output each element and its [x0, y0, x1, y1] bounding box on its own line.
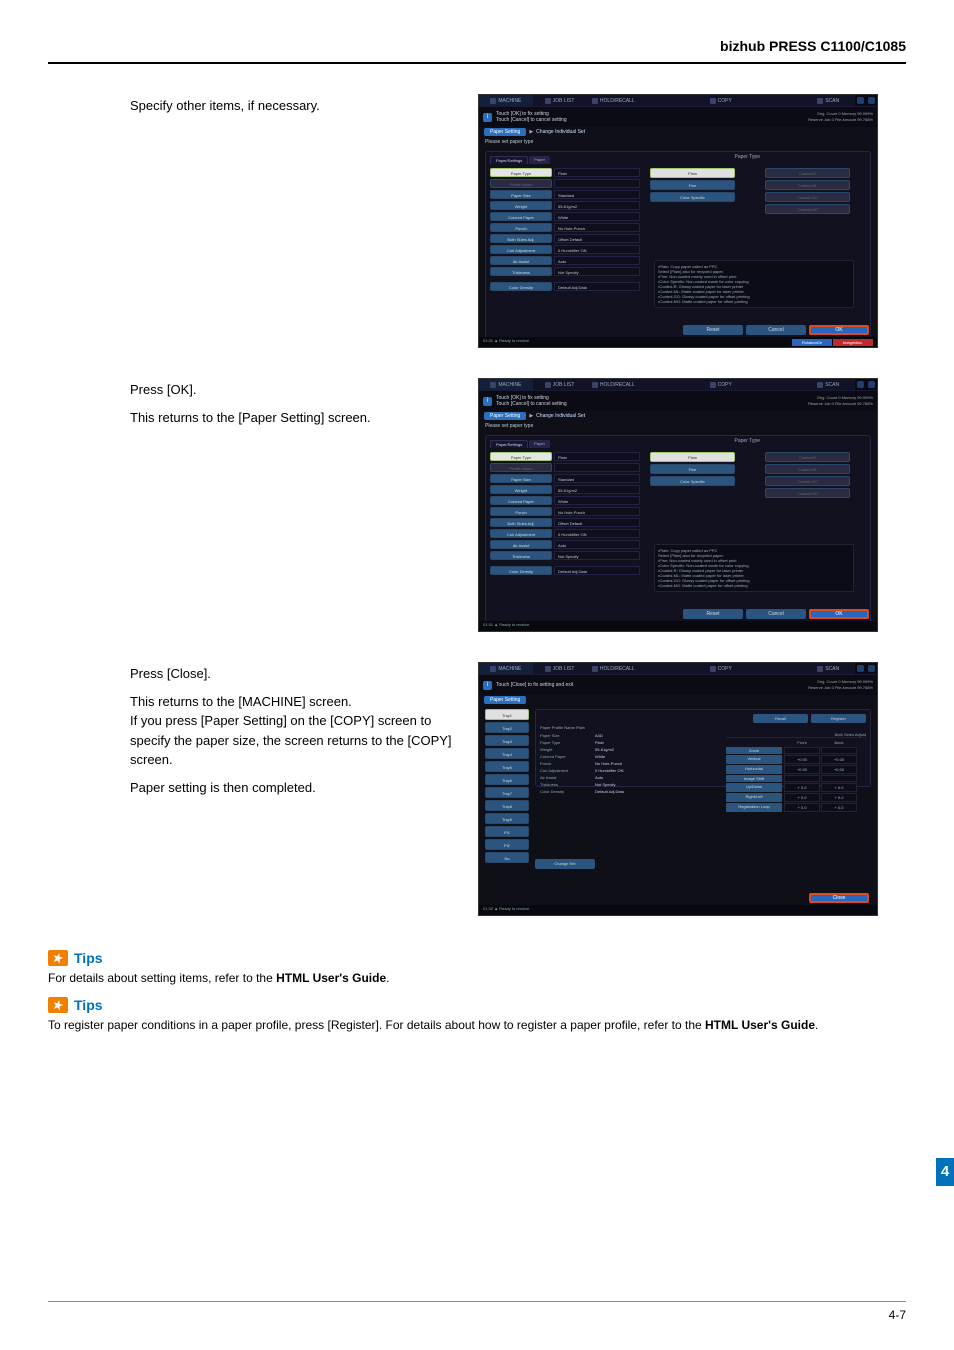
cancel-button[interactable]: Cancel	[746, 325, 806, 335]
tips-label: Tips	[74, 997, 103, 1013]
no-tray-button[interactable]: No	[485, 852, 529, 863]
opt-coated-ml: Coated-ML	[765, 180, 850, 190]
profile-name-row: Paper Profile Name Plain	[540, 725, 866, 730]
ok-button-highlighted[interactable]: OK	[809, 609, 869, 619]
opt-color-specific[interactable]: Color Specific	[650, 192, 735, 202]
close-button-highlighted[interactable]: Close	[809, 893, 869, 903]
opt-coated-r: Coated-R	[765, 168, 850, 178]
crumb-paper-setting[interactable]: Paper Setting	[484, 128, 526, 136]
row-air-assist[interactable]: Air Assist	[490, 256, 552, 265]
page-number: 4-7	[889, 1308, 906, 1322]
row-weight[interactable]: Weight	[490, 201, 552, 210]
row-curl-adj[interactable]: Curl Adjustment	[490, 245, 552, 254]
both-sides-adjust: Both Sides Adjust FrontBack Zoom Vertica…	[726, 732, 866, 813]
pi1-button[interactable]: PI1	[485, 826, 529, 837]
tab-joblist[interactable]: JOB LIST	[533, 95, 587, 106]
pi2-button[interactable]: PI2	[485, 839, 529, 850]
tab-machine[interactable]: MACHINE	[479, 95, 533, 106]
subtab-paper[interactable]: Paper	[529, 156, 550, 164]
model-name: bizhub PRESS C1100/C1085	[720, 38, 906, 54]
tips-icon	[48, 950, 68, 966]
chapter-tab: 4	[936, 1158, 954, 1186]
tab-copy[interactable]: COPY	[694, 95, 748, 106]
panel-subheader: Please set paper type	[479, 137, 877, 147]
row-paper-size[interactable]: Paper Size	[490, 190, 552, 199]
opt-coated-mo: Coated-MO	[765, 204, 850, 214]
step-text-3: Press [Close]. This returns to the [MACH…	[130, 662, 460, 916]
page-header: bizhub PRESS C1100/C1085	[48, 38, 906, 64]
tips-text-1: For details about setting items, refer t…	[48, 970, 906, 987]
help-icon[interactable]	[868, 97, 875, 104]
opt-plain[interactable]: Plain	[650, 168, 735, 178]
tab-scan[interactable]: SCAN	[801, 95, 855, 106]
row-paper-type[interactable]: Paper Type	[490, 168, 552, 177]
info-icon: i	[483, 113, 492, 122]
row-thickness[interactable]: Thickness	[490, 267, 552, 276]
tray4-button[interactable]: Tray4	[485, 748, 529, 759]
info-message: Touch [OK] to fix setting Touch [Cancel]…	[496, 111, 743, 123]
tips-label: Tips	[74, 950, 103, 966]
panel-title: Paper Type	[735, 154, 760, 160]
tray8-button[interactable]: Tray8	[485, 800, 529, 811]
notes-box: •Plain: Copy paper called as PPC Select …	[654, 260, 854, 308]
reset-button[interactable]: Reset	[683, 609, 743, 619]
screenshot-1: MACHINE JOB LIST HOLD/RECALL COPY SCAN i…	[478, 94, 878, 348]
opt-fine[interactable]: Fine	[650, 180, 735, 190]
row-colored-paper[interactable]: Colored Paper	[490, 212, 552, 221]
tray3-button[interactable]: Tray3	[485, 735, 529, 746]
tips-text-2: To register paper conditions in a paper …	[48, 1017, 906, 1034]
row-profile-name: Profile Name	[490, 179, 552, 188]
page-footer: 4-7	[48, 1301, 906, 1322]
recall-button[interactable]: Recall	[753, 714, 808, 723]
reset-button[interactable]: Reset	[683, 325, 743, 335]
row-both-sides[interactable]: Both Sides Adj.	[490, 234, 552, 243]
tray6-button[interactable]: Tray6	[485, 774, 529, 785]
chip-imageman[interactable]: ImageMan.	[833, 339, 873, 346]
cancel-button[interactable]: Cancel	[746, 609, 806, 619]
tips-icon	[48, 997, 68, 1013]
ok-button[interactable]: OK	[809, 325, 869, 335]
row-punch[interactable]: Punch	[490, 223, 552, 232]
tray7-button[interactable]: Tray7	[485, 787, 529, 798]
status-bar: 01:31 ▲ Ready to receive RotationDirImag…	[479, 337, 877, 347]
eco-icon[interactable]	[857, 97, 864, 104]
screenshot-3: MACHINE JOB LIST HOLD/RECALL COPY SCAN i…	[478, 662, 878, 916]
subtab-paper-settings[interactable]: Paper/Settings	[490, 156, 528, 164]
breadcrumb: Paper Setting ▶ Change Individual Set	[479, 127, 877, 137]
screenshot-2: MACHINE JOB LIST HOLD/RECALL COPY SCAN i…	[478, 378, 878, 632]
tray9-button[interactable]: Tray9	[485, 813, 529, 824]
register-button[interactable]: Register	[811, 714, 866, 723]
property-list: Paper SizeA4D Paper TypePlain Weight55-6…	[540, 732, 720, 813]
tray5-button[interactable]: Tray5	[485, 761, 529, 772]
opt-coated-go: Coated-GO	[765, 192, 850, 202]
chip-rotation[interactable]: RotationDir	[792, 339, 832, 346]
change-set-button[interactable]: Change Set	[535, 859, 595, 869]
memory-status: Orig. Count 0 Memory 99.999% Reserve Job…	[743, 111, 873, 123]
tray1-button[interactable]: Tray1	[485, 709, 529, 720]
tab-holdrecall[interactable]: HOLD/RECALL	[586, 95, 640, 106]
tray2-button[interactable]: Tray2	[485, 722, 529, 733]
row-color-density[interactable]: Color Density	[490, 282, 552, 291]
step-text-2: Press [OK]. This returns to the [Paper S…	[130, 378, 460, 632]
step-text-1: Specify other items, if necessary.	[130, 94, 460, 348]
